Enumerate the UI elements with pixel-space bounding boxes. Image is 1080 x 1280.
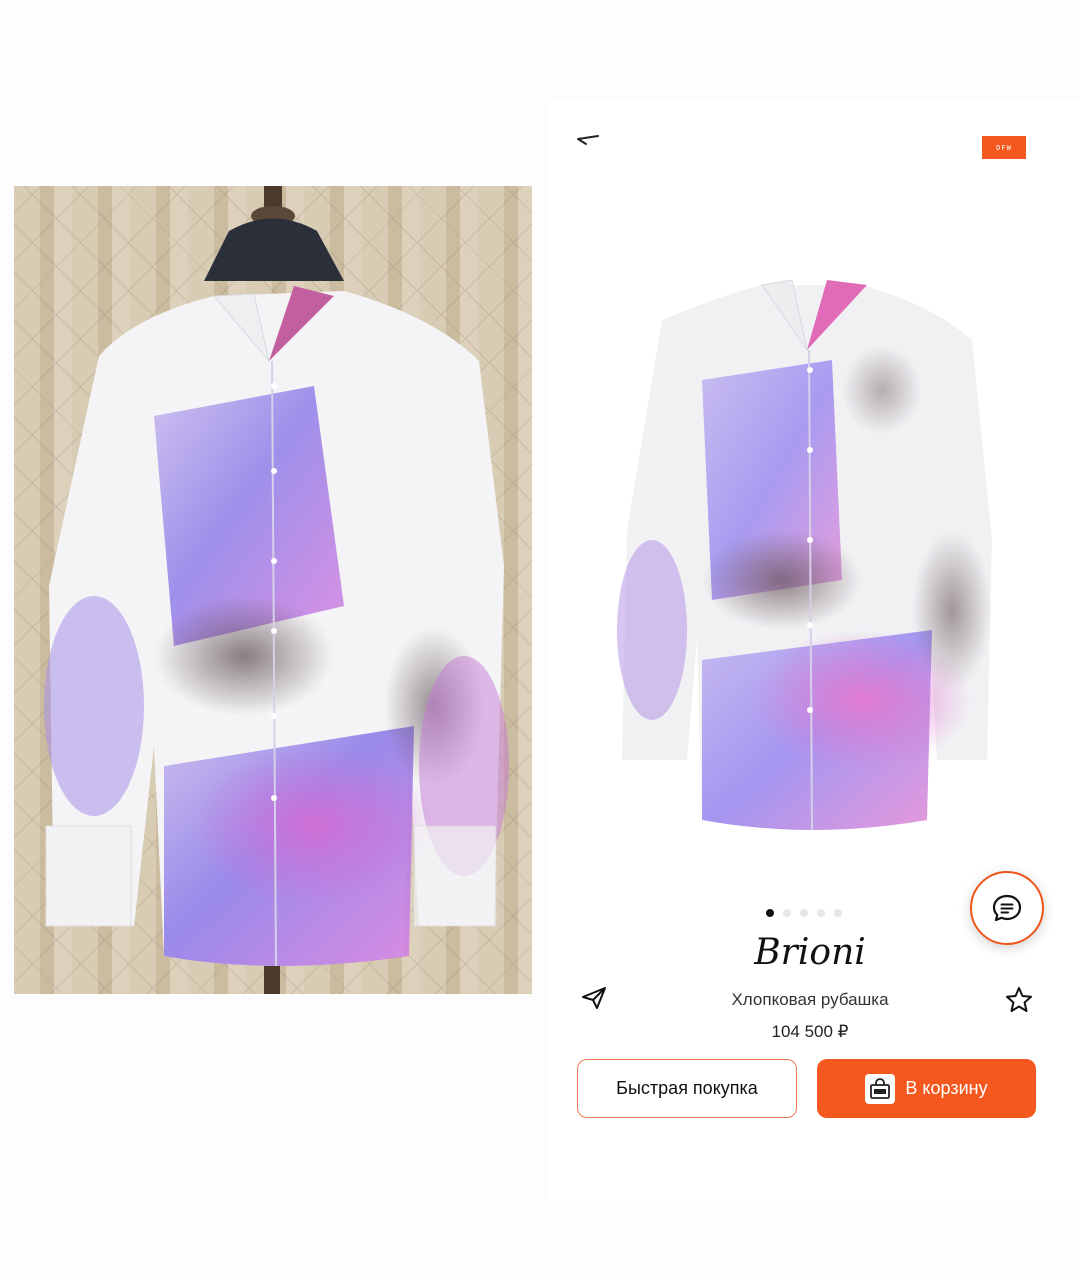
add-to-cart-label: В корзину xyxy=(905,1078,988,1098)
back-arrow-icon[interactable] xyxy=(576,132,600,146)
pagination-dot[interactable] xyxy=(834,909,842,917)
product-price: 104 500 ₽ xyxy=(771,1022,849,1041)
chat-button[interactable] xyxy=(970,871,1044,945)
store-logo-text: DFW xyxy=(996,143,1012,152)
quick-buy-label: Быстрая покупка xyxy=(616,1078,758,1098)
pagination-dot[interactable] xyxy=(800,909,808,917)
star-outline-icon[interactable] xyxy=(1004,985,1034,1020)
product-name: Хлопковая рубашка xyxy=(731,990,889,1009)
paper-plane-icon[interactable] xyxy=(580,985,608,1016)
pagination-dot[interactable] xyxy=(817,909,825,917)
product-image[interactable] xyxy=(612,279,1002,840)
shopping-bag-icon xyxy=(865,1073,896,1104)
gallery-pagination[interactable] xyxy=(766,909,842,917)
store-logo-badge[interactable]: DFW xyxy=(982,136,1026,159)
shirt-photo-mannequin xyxy=(14,186,532,994)
add-to-cart-button[interactable]: В корзину xyxy=(817,1059,1036,1118)
quick-buy-button[interactable]: Быстрая покупка xyxy=(577,1059,797,1118)
pagination-dot[interactable] xyxy=(783,909,791,917)
pagination-dot[interactable] xyxy=(766,909,774,917)
brand-logo[interactable]: Brioni xyxy=(700,932,920,973)
chat-bubble-icon xyxy=(992,894,1022,922)
